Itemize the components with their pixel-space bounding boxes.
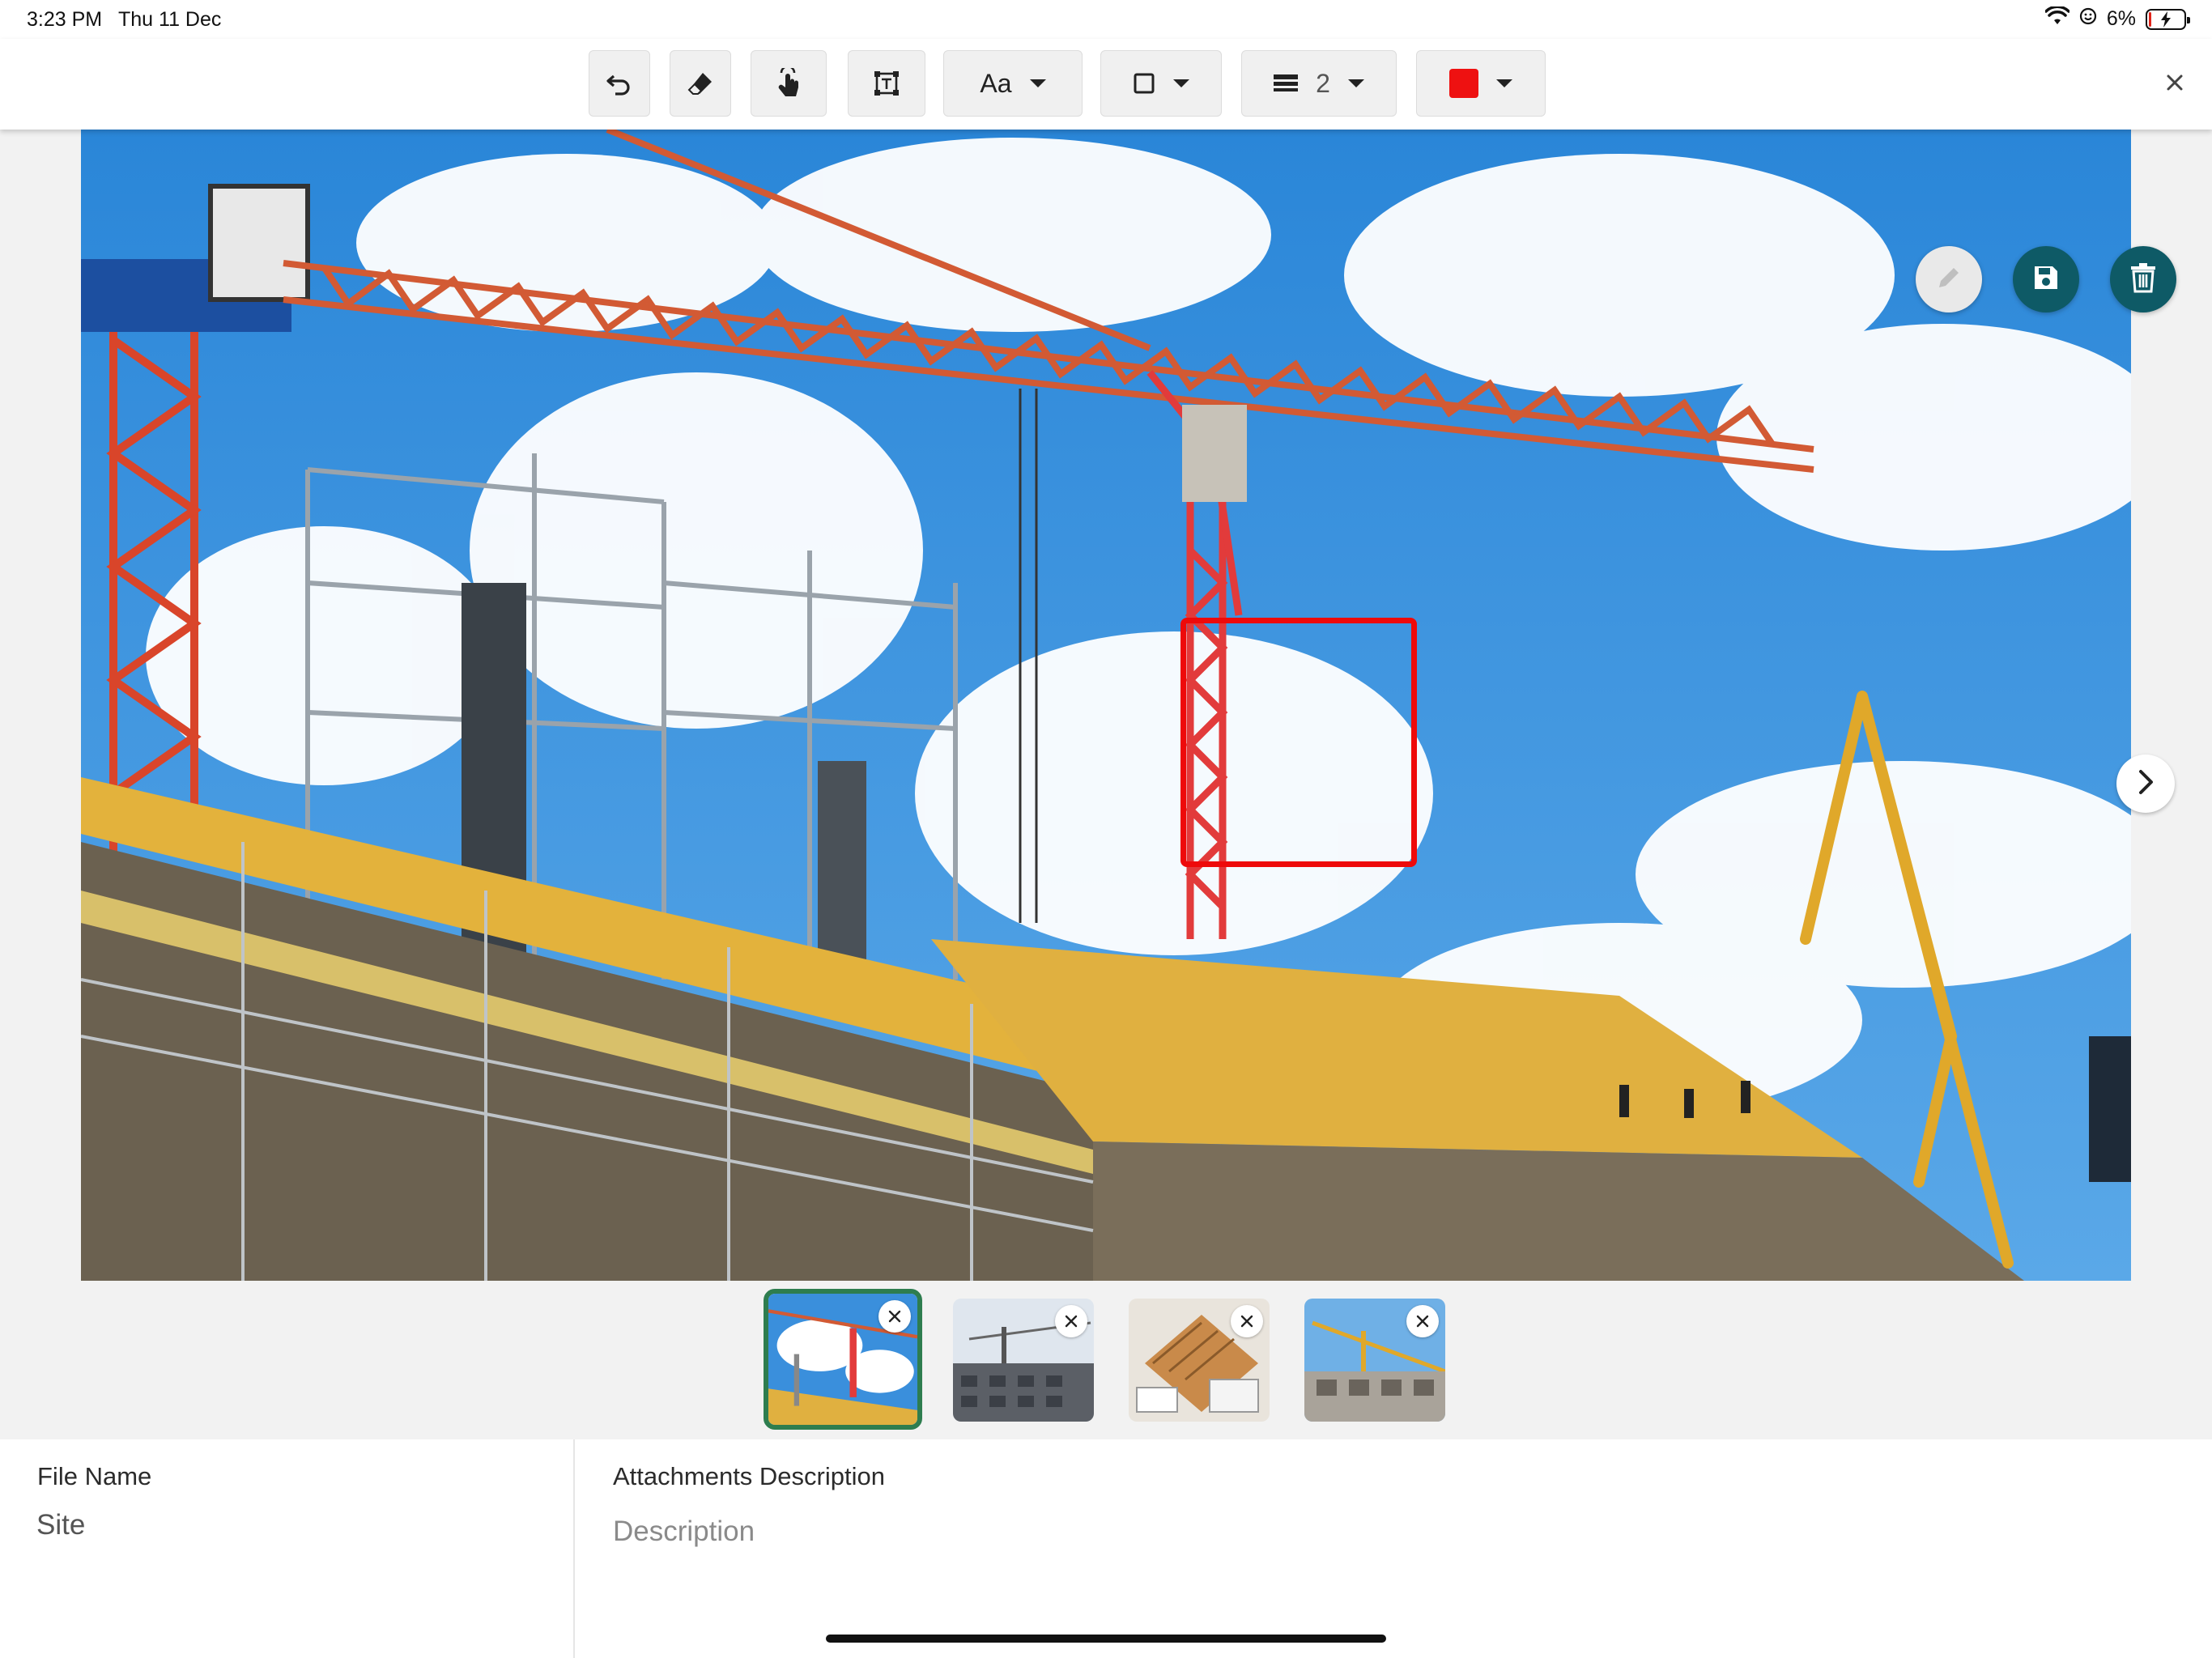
attachment-form: File Name Site Attachments Description D… <box>0 1439 2212 1658</box>
home-indicator <box>826 1635 1386 1643</box>
pan-tool-button[interactable] <box>751 50 827 117</box>
eraser-button[interactable] <box>670 50 731 117</box>
font-dropdown[interactable]: Aa <box>943 50 1083 117</box>
next-image-button[interactable] <box>2116 755 2175 813</box>
close-icon <box>888 1310 901 1323</box>
wifi-icon <box>2044 5 2070 32</box>
save-icon <box>2031 263 2061 296</box>
chevron-down-icon <box>1496 79 1512 87</box>
status-date: Thu 11 Dec <box>118 8 222 31</box>
remove-thumbnail-button[interactable] <box>1231 1305 1263 1337</box>
remove-thumbnail-button[interactable] <box>1055 1305 1087 1337</box>
chevron-right-icon <box>2136 768 2155 800</box>
battery-percent: 6% <box>2106 7 2136 30</box>
thumbnail-1[interactable] <box>764 1289 922 1430</box>
status-bar: 3:23 PM Thu 11 Dec 6% <box>0 0 2212 39</box>
thumbnail-2[interactable] <box>953 1299 1094 1422</box>
battery-level <box>2149 11 2151 27</box>
text-frame-button[interactable] <box>848 50 925 117</box>
save-button[interactable] <box>2013 246 2079 312</box>
eraser-icon <box>687 70 714 96</box>
hand-pointer-icon <box>775 68 802 99</box>
remove-thumbnail-button[interactable] <box>878 1300 911 1333</box>
thumbnail-3[interactable] <box>1129 1299 1270 1422</box>
construction-photo <box>81 130 2131 1281</box>
square-outline-icon <box>1133 72 1155 95</box>
thumbnail-strip <box>0 1281 2212 1439</box>
file-name-label: File Name <box>37 1462 152 1490</box>
file-name-field[interactable]: Site <box>36 1509 85 1541</box>
battery-charging-icon <box>2146 8 2190 30</box>
chevron-down-icon <box>1173 79 1189 87</box>
edit-icon <box>1934 263 1963 296</box>
close-icon <box>1416 1315 1429 1328</box>
shape-dropdown[interactable] <box>1100 50 1222 117</box>
focus-icon <box>2079 7 2097 31</box>
thumbnail-4[interactable] <box>1304 1299 1445 1422</box>
status-indicators: 6% <box>2044 5 2190 32</box>
remove-thumbnail-button[interactable] <box>1406 1305 1439 1337</box>
rectangle-annotation[interactable] <box>1180 618 1417 867</box>
close-button[interactable] <box>2159 68 2191 100</box>
font-label: Aa <box>980 68 1012 98</box>
undo-icon <box>606 71 633 96</box>
line-weight-icon <box>1274 73 1299 94</box>
color-swatch <box>1449 69 1478 98</box>
text-frame-icon <box>873 70 900 97</box>
chevron-down-icon <box>1029 79 1046 87</box>
delete-button[interactable] <box>2110 246 2176 312</box>
close-icon <box>2166 74 2184 96</box>
undo-button[interactable] <box>589 50 650 117</box>
chevron-down-icon <box>1347 79 1364 87</box>
stroke-width-dropdown[interactable]: 2 <box>1241 50 1397 117</box>
description-label: Attachments Description <box>613 1462 885 1490</box>
edit-button[interactable] <box>1916 246 1982 312</box>
close-icon <box>1240 1315 1253 1328</box>
close-icon <box>1065 1315 1078 1328</box>
color-dropdown[interactable] <box>1416 50 1546 117</box>
annotation-toolbar: Aa 2 <box>0 39 2212 130</box>
stroke-width-value: 2 <box>1316 68 1330 98</box>
photo-canvas[interactable] <box>81 130 2131 1281</box>
description-field[interactable]: Description <box>613 1516 755 1548</box>
file-name-section: File Name Site <box>0 1439 575 1658</box>
trash-icon <box>2129 262 2158 297</box>
status-time: 3:23 PM <box>27 8 103 31</box>
